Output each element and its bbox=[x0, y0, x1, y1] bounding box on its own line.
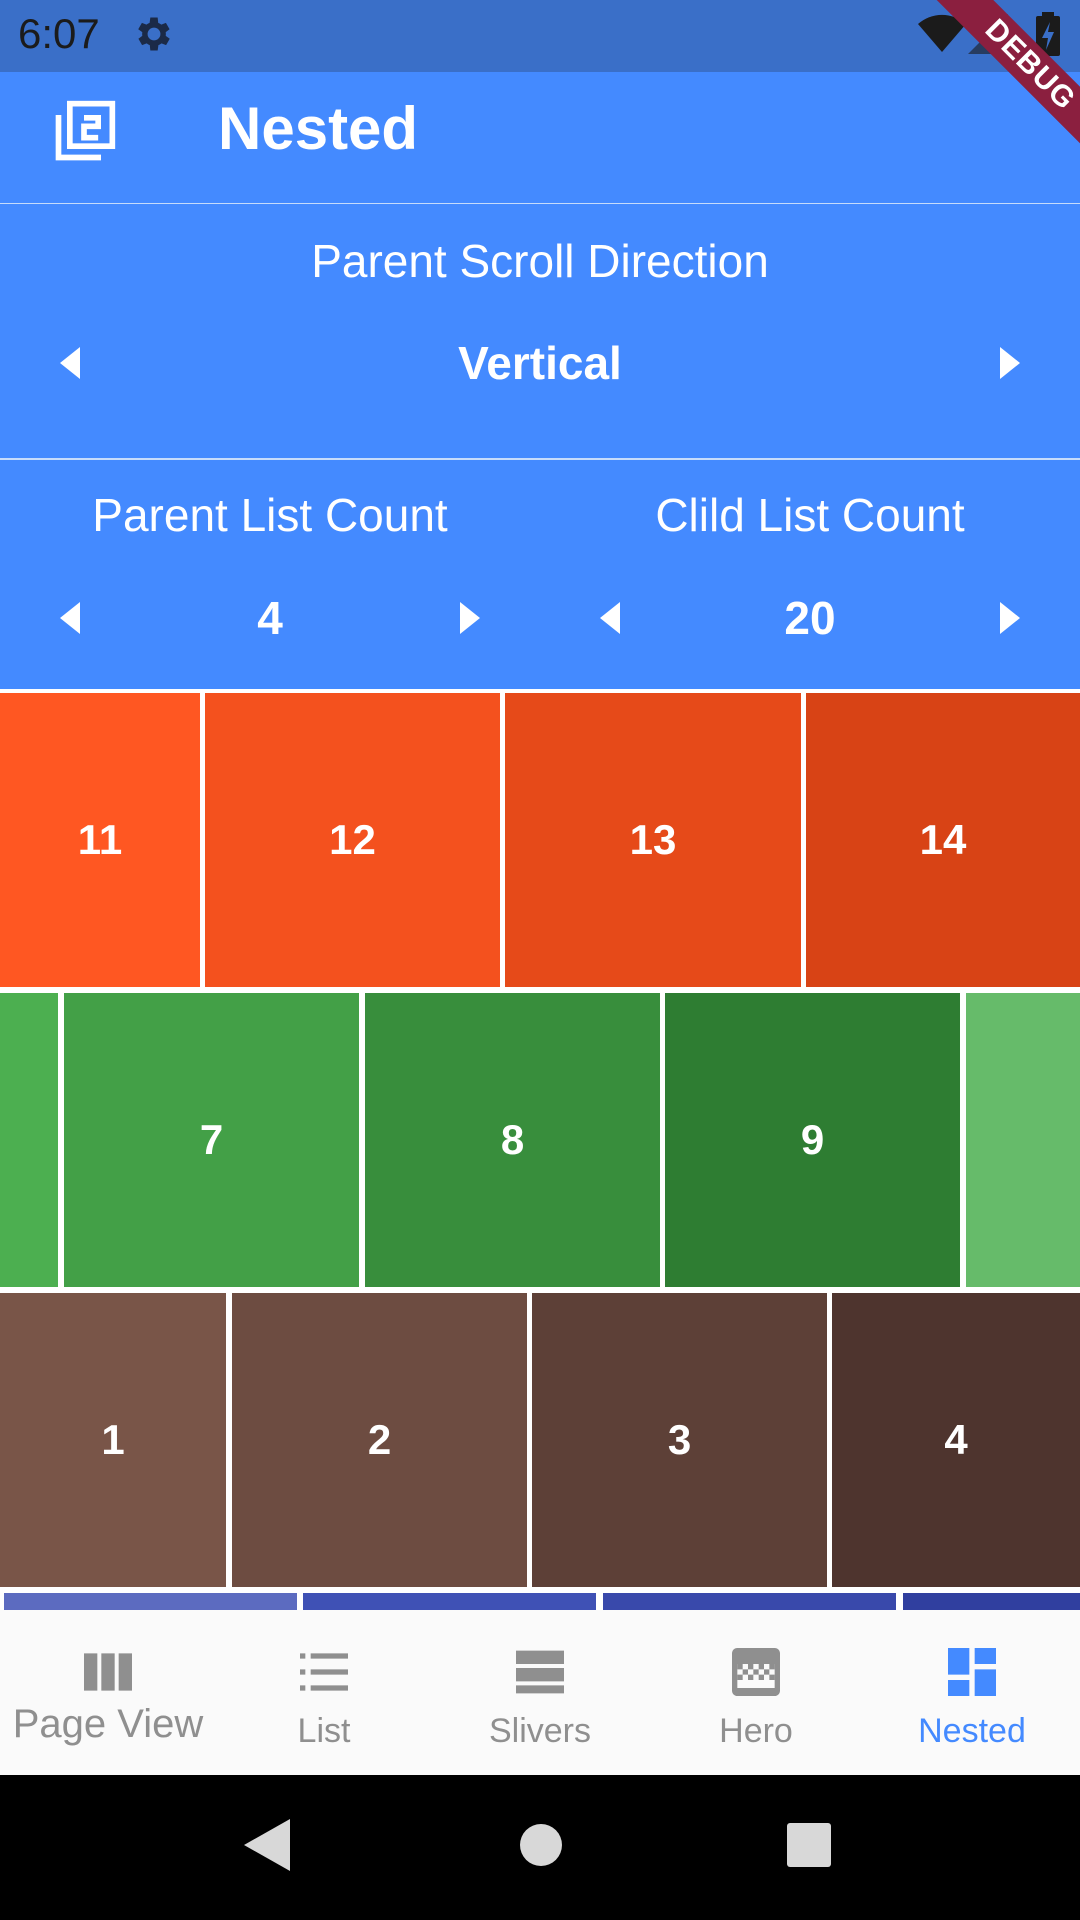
system-navigation-bar bbox=[0, 1775, 1080, 1920]
tile-label: 4 bbox=[944, 1416, 968, 1463]
child-count-label: Clild List Count bbox=[655, 489, 965, 541]
nav-label: Page View bbox=[12, 1702, 204, 1746]
list-item[interactable] bbox=[0, 993, 58, 1287]
nav-label: Hero bbox=[719, 1712, 793, 1750]
view-column-icon bbox=[76, 1640, 140, 1704]
recents-icon[interactable] bbox=[787, 1823, 831, 1867]
tile-label: 12 bbox=[329, 816, 376, 863]
tile-label: 11 bbox=[77, 816, 123, 863]
nav-item-page-view[interactable]: Page View bbox=[0, 1610, 216, 1775]
tile-label: 1 bbox=[101, 1416, 125, 1463]
nav-item-slivers[interactable]: Slivers bbox=[432, 1610, 648, 1775]
nav-item-nested[interactable]: Nested bbox=[864, 1610, 1080, 1775]
arrow-right-icon bbox=[1000, 602, 1020, 634]
list-item[interactable]: 13 bbox=[505, 693, 801, 987]
list-item[interactable] bbox=[603, 1593, 896, 1610]
arrow-right-icon bbox=[1000, 347, 1020, 379]
list-item[interactable]: 9 bbox=[665, 993, 960, 1287]
filter-2-icon bbox=[50, 98, 118, 166]
nav-label: List bbox=[297, 1712, 351, 1750]
list-item[interactable]: 7 bbox=[64, 993, 359, 1287]
tile-label: 3 bbox=[667, 1416, 692, 1463]
view-stream-icon bbox=[508, 1640, 572, 1704]
nav-label: Slivers bbox=[488, 1712, 592, 1750]
tile-label: 13 bbox=[629, 816, 677, 863]
divider bbox=[0, 458, 1080, 460]
home-icon[interactable] bbox=[519, 1823, 563, 1867]
dashboard-icon bbox=[940, 1640, 1004, 1704]
gradient-icon bbox=[724, 1640, 788, 1704]
page-title: Nested bbox=[218, 95, 419, 162]
list-item[interactable] bbox=[903, 1593, 1080, 1610]
list-item[interactable]: 1 bbox=[0, 1293, 226, 1587]
child-count-increment-button[interactable] bbox=[988, 598, 1028, 638]
tile-label: 7 bbox=[199, 1116, 224, 1163]
parent-scroll-value: Vertical bbox=[458, 337, 622, 389]
tile-label: 8 bbox=[500, 1116, 525, 1163]
nav-item-hero[interactable]: Hero bbox=[648, 1610, 864, 1775]
list-item[interactable] bbox=[303, 1593, 596, 1610]
list-item[interactable]: 4 bbox=[832, 1293, 1080, 1587]
arrow-right-icon bbox=[460, 602, 480, 634]
list-item[interactable] bbox=[966, 993, 1080, 1287]
list-item[interactable]: 2 bbox=[232, 1293, 527, 1587]
tile-label: 9 bbox=[800, 1116, 825, 1163]
nav-item-list[interactable]: List bbox=[216, 1610, 432, 1775]
nested-list[interactable]: 11 12 13 14 7 8 9 1 2 3 4 bbox=[0, 689, 1080, 1610]
list-item[interactable]: 14 bbox=[806, 693, 1080, 987]
tile-label: 14 bbox=[919, 816, 967, 863]
status-bar: 6:07 bbox=[0, 0, 1080, 72]
parent-scroll-label: Parent Scroll Direction bbox=[311, 235, 769, 287]
parent-count-label: Parent List Count bbox=[92, 489, 448, 541]
status-time: 6:07 bbox=[18, 10, 100, 57]
list-icon bbox=[292, 1640, 356, 1704]
list-item[interactable]: 12 bbox=[205, 693, 500, 987]
list-item[interactable]: 8 bbox=[365, 993, 660, 1287]
back-icon[interactable] bbox=[244, 1819, 290, 1871]
list-item[interactable] bbox=[4, 1593, 297, 1610]
bottom-navigation: Page View List Slivers Hero Nested bbox=[0, 1610, 1080, 1775]
tile-label: 2 bbox=[367, 1416, 392, 1463]
nav-label: Nested bbox=[918, 1712, 1026, 1750]
parent-scroll-next-button[interactable] bbox=[988, 343, 1028, 383]
gear-icon bbox=[132, 12, 176, 56]
parent-count-increment-button[interactable] bbox=[448, 598, 488, 638]
list-item[interactable]: 11 bbox=[0, 693, 200, 987]
list-item[interactable]: 3 bbox=[532, 1293, 827, 1587]
app-bar: Nested bbox=[0, 72, 1080, 204]
